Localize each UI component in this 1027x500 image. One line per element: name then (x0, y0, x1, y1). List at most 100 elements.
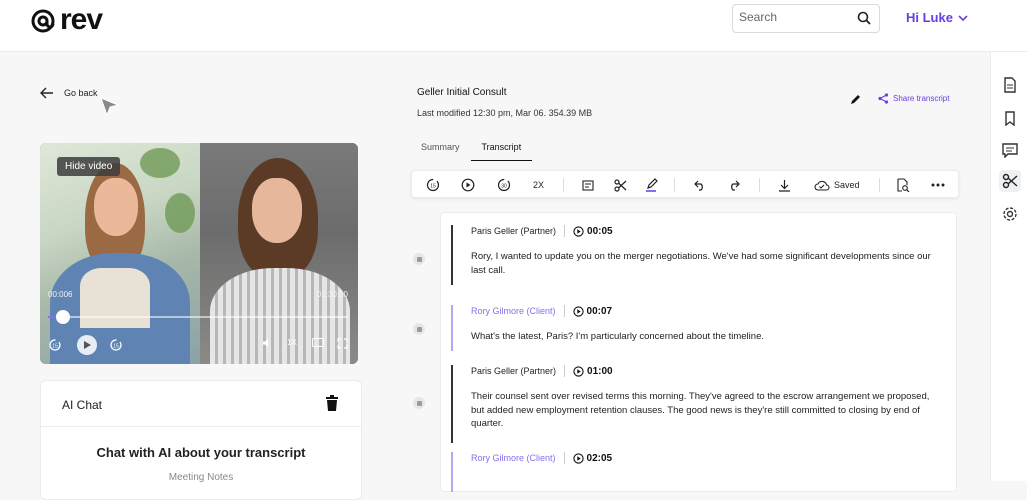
video-progress-bar[interactable] (48, 310, 348, 324)
video-current-time: 00:006 (48, 290, 73, 299)
segment-header: Rory Gilmore (Client) 00:07 (471, 305, 941, 317)
segment-marker-icon[interactable] (413, 397, 425, 409)
user-menu[interactable]: Hi Luke (906, 10, 968, 25)
transcript-panel: Paris Geller (Partner) 00:05 Rory, I wan… (440, 212, 957, 492)
segment-text[interactable]: Their counsel sent over revised terms th… (471, 390, 931, 431)
toolbar-divider (879, 178, 880, 192)
document-icon[interactable] (999, 74, 1021, 96)
logo-text: rev (60, 3, 103, 36)
gear-icon[interactable] (999, 203, 1021, 225)
segment-marker-icon[interactable] (413, 323, 425, 335)
go-back-label: Go back (64, 88, 98, 98)
rev-logo[interactable]: rev (30, 3, 103, 36)
segment-marker-icon[interactable] (413, 253, 425, 265)
speaker-name[interactable]: Rory Gilmore (Client) (471, 453, 556, 463)
play-icon[interactable] (461, 177, 475, 193)
participant-video-left (40, 143, 200, 364)
find-in-document-icon[interactable] (896, 177, 910, 193)
insert-text-icon[interactable] (582, 177, 594, 193)
more-options-icon[interactable] (931, 177, 945, 193)
play-circle-icon (572, 452, 584, 464)
play-circle-icon (572, 305, 584, 317)
ai-chat-header: AI Chat (41, 381, 361, 427)
playback-speed[interactable]: 1X (287, 338, 297, 347)
timestamp-button[interactable]: 00:07 (572, 305, 613, 317)
ai-chat-panel: AI Chat Chat with AI about your transcri… (40, 380, 362, 500)
tab-transcript[interactable]: Transcript (470, 136, 533, 161)
speaker-name[interactable]: Rory Gilmore (Client) (471, 306, 556, 316)
segment-header: Paris Geller (Partner) 00:05 (471, 225, 941, 237)
saved-status: Saved (814, 177, 860, 193)
scissors-icon[interactable] (614, 177, 627, 193)
transcript-segment[interactable]: Paris Geller (Partner) 01:00 Their couns… (451, 365, 941, 443)
pencil-icon[interactable] (849, 93, 861, 111)
redo-icon[interactable] (728, 177, 740, 193)
svg-text:15: 15 (52, 344, 58, 350)
speed-button[interactable]: 2X (533, 177, 544, 193)
speaker-name[interactable]: Paris Geller (Partner) (471, 226, 556, 236)
user-greeting: Hi Luke (906, 10, 953, 25)
timestamp-button[interactable]: 02:05 (572, 452, 613, 464)
forward-icon[interactable]: 15 (109, 338, 123, 352)
fullscreen-icon[interactable] (337, 338, 348, 349)
scissors-icon[interactable] (999, 170, 1021, 192)
search-input[interactable] (739, 10, 849, 24)
rev-at-icon (31, 9, 55, 33)
ai-chat-suggestion[interactable]: Meeting Notes (41, 472, 361, 483)
timestamp-button[interactable]: 00:05 (573, 226, 613, 237)
right-tool-rail (990, 52, 1027, 481)
ai-chat-body: Chat with AI about your transcript Meeti… (41, 427, 361, 483)
forward-30-icon[interactable]: 30 (497, 177, 511, 193)
search-icon[interactable] (857, 11, 871, 30)
arrow-left-icon (40, 87, 53, 99)
comment-icon[interactable] (999, 139, 1021, 161)
hide-video-button[interactable]: Hide video (57, 157, 121, 176)
captions-icon[interactable] (312, 338, 324, 347)
segment-header: Rory Gilmore (Client) 02:05 (471, 452, 941, 464)
document-tabs: Summary Transcript (410, 136, 533, 161)
play-button[interactable] (77, 335, 97, 355)
timestamp-button[interactable]: 01:00 (573, 366, 613, 377)
top-bar: rev Hi Luke (0, 0, 1027, 52)
share-icon (878, 93, 889, 104)
timestamp: 00:07 (586, 305, 613, 317)
timestamp: 02:05 (586, 452, 613, 464)
video-scrub-handle[interactable] (56, 310, 70, 324)
header-divider (563, 452, 565, 464)
volume-icon[interactable] (262, 338, 272, 348)
transcript-segment[interactable]: Rory Gilmore (Client) 02:05 (451, 452, 941, 492)
ai-chat-heading: Chat with AI about your transcript (96, 445, 306, 460)
svg-text:15: 15 (113, 344, 119, 350)
go-back-link[interactable]: Go back (40, 87, 98, 99)
share-label: Share transcript (893, 94, 950, 103)
svg-text:30: 30 (501, 183, 507, 189)
speaker-name[interactable]: Paris Geller (Partner) (471, 366, 556, 376)
play-circle-icon (573, 225, 584, 237)
participant-video-right (200, 143, 358, 364)
share-transcript-button[interactable]: Share transcript (878, 93, 949, 104)
rewind-15-icon[interactable]: 15 (426, 177, 440, 193)
document-meta: Last modified 12:30 pm, Mar 06. 354.39 M… (417, 108, 593, 118)
bookmark-icon[interactable] (999, 107, 1021, 129)
video-player[interactable]: Hide video 00:006 01:30:00 15 15 1X (40, 143, 358, 364)
segment-text[interactable]: Rory, I wanted to update you on the merg… (471, 250, 931, 277)
undo-icon[interactable] (694, 177, 706, 193)
transcript-segment[interactable]: Paris Geller (Partner) 00:05 Rory, I wan… (451, 225, 941, 285)
segment-text[interactable]: What's the latest, Paris? I'm particular… (471, 330, 931, 344)
search-box (732, 4, 880, 33)
trash-icon[interactable] (325, 395, 339, 417)
toolbar-divider (674, 178, 675, 192)
header-divider (564, 365, 566, 377)
download-icon[interactable] (778, 177, 791, 193)
tab-summary[interactable]: Summary (410, 136, 471, 161)
highlighter-icon[interactable] (645, 177, 659, 193)
play-icon (84, 341, 91, 349)
segment-header: Paris Geller (Partner) 01:00 (471, 365, 941, 377)
header-divider (563, 305, 565, 317)
transcript-toolbar: 15 30 2X Saved (411, 170, 959, 198)
document-title: Geller Initial Consult (417, 87, 507, 98)
cloud-check-icon (814, 180, 830, 191)
transcript-segment[interactable]: Rory Gilmore (Client) 00:07 What's the l… (451, 305, 941, 351)
rewind-icon[interactable]: 15 (48, 338, 62, 352)
saved-label: Saved (834, 180, 860, 190)
